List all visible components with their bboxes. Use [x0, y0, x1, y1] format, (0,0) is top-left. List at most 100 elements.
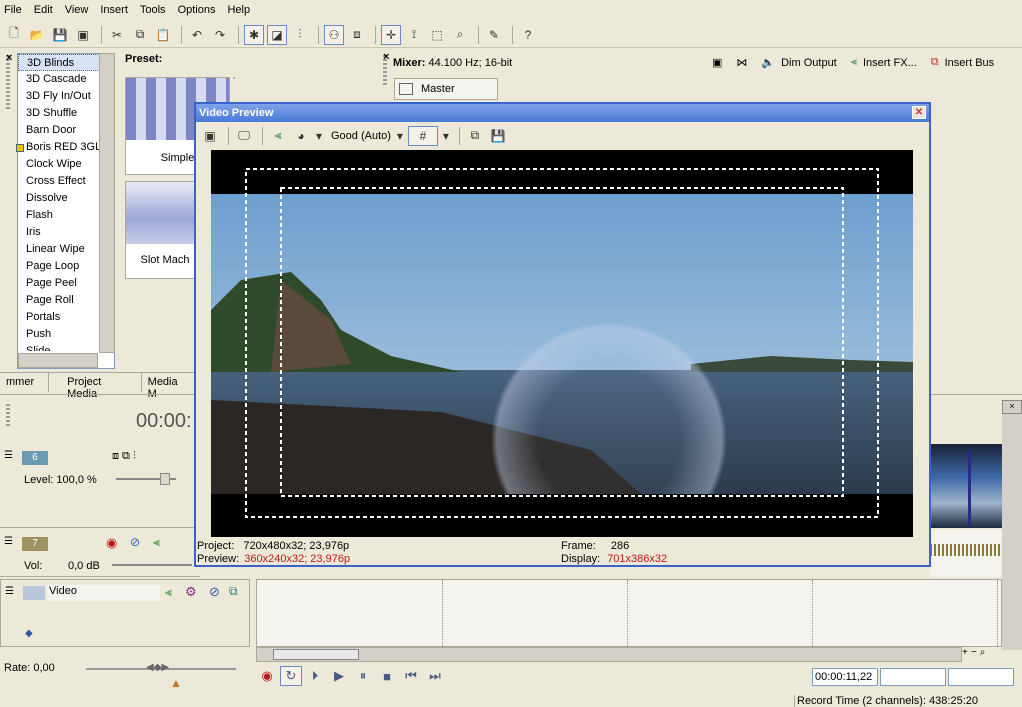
dim-output-button[interactable]: Dim Output	[781, 57, 837, 69]
track-collapse-icon[interactable]: ☰	[4, 536, 13, 547]
new-icon[interactable]: 🗋	[4, 25, 24, 45]
record-icon[interactable]: ◉	[256, 666, 278, 686]
go-to-end-icon[interactable]: ⏭	[424, 666, 446, 686]
ignore-grouping-icon[interactable]: ⧈	[347, 25, 367, 45]
envelope-tool-icon[interactable]: ⟟	[404, 25, 424, 45]
copy-snapshot-icon[interactable]: ⧉	[465, 126, 485, 146]
quality-dropdown-icon[interactable]: ▾	[395, 126, 405, 146]
downmix-icon[interactable]: ⋈	[736, 56, 747, 69]
mixer-properties-icon[interactable]: ▣	[712, 56, 722, 69]
arm-record-icon[interactable]: ◉	[106, 535, 117, 551]
play-icon[interactable]: ▶	[328, 666, 350, 686]
auto-ripple-icon[interactable]: ✱	[244, 24, 264, 45]
track-settings-gear-icon[interactable]: ⚙	[185, 584, 197, 600]
zoom-out-icon[interactable]: −	[971, 647, 977, 658]
menu-view[interactable]: View	[65, 4, 89, 16]
video-preview-titlebar[interactable]: Video Preview ✕	[196, 104, 929, 122]
track-fx-icon[interactable]: ⫷	[153, 535, 160, 550]
keyframe-diamond-icon[interactable]: ◆	[25, 628, 33, 639]
copy-icon[interactable]: ⧉	[130, 25, 150, 45]
transitions-hscrollbar[interactable]	[18, 353, 98, 368]
pause-icon[interactable]: ⏸	[352, 666, 374, 686]
whats-this-help-icon[interactable]: ?	[518, 25, 538, 45]
panel-close-icon[interactable]: ×	[1002, 400, 1022, 414]
timeline-clip-thumbnail[interactable]	[930, 444, 1002, 528]
split-screen-icon[interactable]: ◕	[291, 126, 311, 146]
zoom-tool-icon[interactable]: ⌕	[450, 25, 470, 45]
online-icon[interactable]: ✎	[484, 25, 504, 45]
menu-insert[interactable]: Insert	[100, 4, 128, 16]
snapping-icon[interactable]: ◪	[267, 24, 287, 45]
track-name[interactable]: Video	[47, 585, 160, 601]
audio-waveform[interactable]	[930, 530, 1002, 577]
invert-phase-icon[interactable]: ⊘	[130, 535, 140, 549]
close-dock-icon[interactable]: ×	[383, 51, 389, 63]
marker-icon[interactable]: ⫶	[290, 25, 310, 45]
properties-icon[interactable]: ▣	[73, 25, 93, 45]
track-collapse-icon[interactable]: ☰	[4, 450, 13, 461]
timecode-field[interactable]: 00:00:11,22	[812, 668, 878, 686]
undo-icon[interactable]: ↶	[187, 25, 207, 45]
insert-fx-button[interactable]: Insert FX...	[863, 57, 917, 69]
close-dock-icon[interactable]: ×	[6, 52, 12, 64]
play-from-start-icon[interactable]: ⏵	[304, 666, 326, 686]
save-snapshot-icon[interactable]: 💾	[488, 126, 508, 146]
selection-tool-icon[interactable]: ⬚	[427, 25, 447, 45]
rate-thumb-icon[interactable]: ▲	[170, 676, 182, 690]
master-bus-header[interactable]: Master	[394, 78, 498, 100]
level-slider-thumb[interactable]	[160, 473, 170, 485]
transitions-vscrollbar[interactable]	[99, 53, 115, 353]
save-icon[interactable]: 💾	[50, 25, 70, 45]
rate-center-icon[interactable]: ◀◆▶	[146, 662, 169, 673]
lock-envelopes-icon[interactable]: ⚇	[324, 24, 344, 45]
mute-icon[interactable]: ⊘	[209, 584, 220, 600]
speaker-icon[interactable]: 🔈	[761, 56, 775, 69]
paste-icon[interactable]: 📋	[153, 25, 173, 45]
preview-quality-select[interactable]: Good (Auto)	[331, 130, 391, 142]
cut-icon[interactable]: ✂	[107, 25, 127, 45]
menu-options[interactable]: Options	[178, 4, 216, 16]
video-fx-icon[interactable]: ⫷	[268, 126, 288, 146]
go-to-start-icon[interactable]: ⏮	[400, 666, 422, 686]
track-fx-icon[interactable]: ⫷	[165, 585, 172, 600]
selection-start-field[interactable]	[880, 668, 946, 686]
menu-edit[interactable]: Edit	[34, 4, 53, 16]
video-track-lane[interactable]	[256, 579, 1002, 647]
overlays-dropdown-icon[interactable]: ▾	[441, 126, 451, 146]
insert-fx-icon[interactable]: ⫷	[851, 56, 857, 69]
open-icon[interactable]: 📂	[27, 25, 47, 45]
tab-transitions[interactable]: mmer	[0, 373, 50, 392]
hscroll-thumb[interactable]	[273, 649, 359, 660]
menu-file[interactable]: File	[4, 4, 22, 16]
timeline-vscrollbar[interactable]: ×	[1002, 400, 1022, 650]
track-fx-icons[interactable]: ⧈ ⧉ ⫶	[112, 450, 136, 463]
timeline-hscrollbar[interactable]	[256, 647, 962, 662]
overlays-grid-icon[interactable]: #	[407, 125, 438, 146]
record-time-status: Record Time (2 channels): 438:25:20	[794, 695, 978, 707]
zoom-in-icon[interactable]: +	[962, 647, 968, 658]
loop-playback-icon[interactable]: ↻	[280, 666, 302, 686]
insert-bus-button[interactable]: Insert Bus	[945, 57, 995, 69]
insert-bus-icon[interactable]: ⧉	[931, 56, 939, 69]
panel-grip[interactable]	[6, 404, 10, 426]
tab-project-media[interactable]: Project Media	[49, 373, 142, 400]
project-info: Project: 720x480x32; 23,976p	[197, 540, 349, 552]
normal-edit-tool-icon[interactable]: ✛	[381, 24, 401, 45]
menu-tools[interactable]: Tools	[140, 4, 166, 16]
tab-media-manager[interactable]: Media M	[142, 373, 200, 400]
frame-value: 286	[610, 540, 630, 552]
track-collapse-icon[interactable]: ☰	[5, 586, 14, 597]
preview-properties-icon[interactable]: ▣	[200, 126, 220, 146]
menu-help[interactable]: Help	[227, 4, 250, 16]
preset-thumbnail-slot-machine[interactable]: Slot Mach	[125, 181, 205, 279]
volume-slider[interactable]	[112, 564, 192, 566]
selection-length-field[interactable]	[948, 668, 1014, 686]
redo-icon[interactable]: ↷	[210, 25, 230, 45]
external-monitor-icon[interactable]: 🖵	[234, 126, 254, 146]
compositing-icon[interactable]: ⧉	[229, 584, 238, 599]
split-screen-dropdown-icon[interactable]: ▾	[314, 126, 324, 146]
zoom-tool-icon[interactable]: ⌕	[980, 647, 986, 658]
stop-icon[interactable]: ■	[376, 666, 398, 686]
close-icon[interactable]: ✕	[912, 106, 926, 119]
video-preview-screen[interactable]	[211, 150, 913, 537]
